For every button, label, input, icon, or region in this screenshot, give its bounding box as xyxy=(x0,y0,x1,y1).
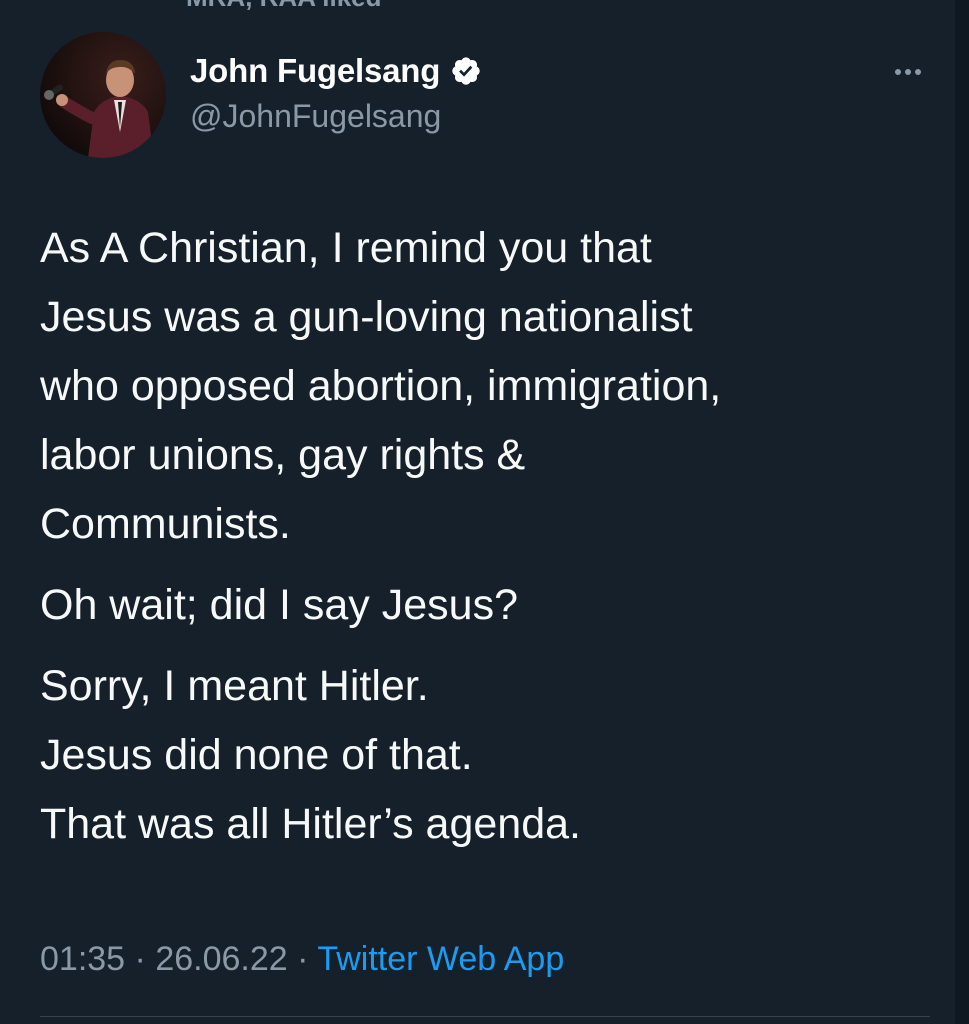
more-dots-icon xyxy=(915,69,921,75)
author-name-row[interactable]: John Fugelsang xyxy=(190,52,482,90)
more-dots-icon xyxy=(895,69,901,75)
tweet-paragraph: Oh wait; did I say Jesus? xyxy=(40,581,518,629)
tweet-time[interactable]: 01:35 xyxy=(40,940,125,978)
tweet-date[interactable]: 26.06.22 xyxy=(155,940,287,978)
social-context: MRA, RAA liked xyxy=(186,0,382,13)
tweet-source-link[interactable]: Twitter Web App xyxy=(317,940,564,978)
scroll-edge xyxy=(955,0,969,1024)
more-dots-icon xyxy=(905,69,911,75)
verified-badge-icon xyxy=(450,55,482,87)
author-handle[interactable]: @JohnFugelsang xyxy=(190,98,441,135)
tweet-text: As A Christian, I remind you that Jesus … xyxy=(40,214,940,859)
meta-separator: · xyxy=(297,940,309,978)
author-display-name[interactable]: John Fugelsang xyxy=(190,52,440,90)
avatar-image xyxy=(40,32,166,158)
more-options-button[interactable] xyxy=(886,52,930,92)
avatar[interactable] xyxy=(40,32,166,158)
tweet-paragraph: Sorry, I meant Hitler. Jesus did none of… xyxy=(40,662,581,848)
divider xyxy=(40,1016,930,1017)
tweet-meta: 01:35 · 26.06.22 · Twitter Web App xyxy=(40,940,564,979)
tweet-paragraph: As A Christian, I remind you that Jesus … xyxy=(40,224,722,548)
meta-separator: · xyxy=(134,940,146,978)
